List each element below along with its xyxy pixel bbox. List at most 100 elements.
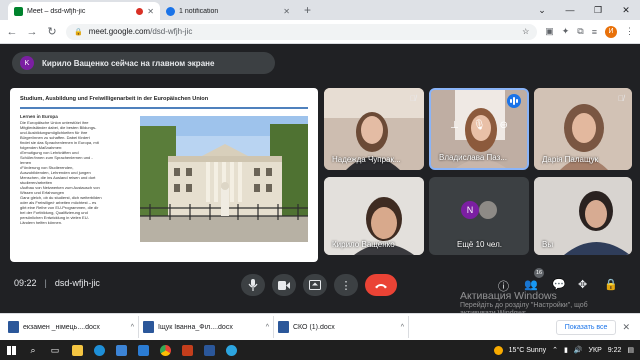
present-screen-button[interactable]	[303, 274, 327, 296]
camera-icon[interactable]: ▣	[545, 26, 554, 37]
minimize-icon[interactable]: —	[556, 5, 584, 15]
host-controls-icon[interactable]: 🔒	[604, 278, 618, 291]
window-controls: ⌄ — ❐ ✕	[528, 0, 640, 20]
camera-icon	[278, 280, 290, 290]
profile-avatar[interactable]: И	[605, 25, 617, 38]
meet-favicon-icon	[14, 6, 23, 16]
store-icon[interactable]	[110, 340, 132, 360]
more-vertical-icon: ⋮	[340, 279, 352, 292]
more-participants-tile[interactable]: N Ещё 10 чел.	[429, 177, 529, 255]
network-icon[interactable]: ▮	[564, 346, 568, 354]
volume-icon[interactable]: 🔊	[574, 346, 583, 354]
chevron-up-icon[interactable]: ^	[131, 324, 134, 331]
bookmark-star-icon[interactable]: ☆	[522, 27, 529, 36]
tab-close-icon[interactable]: ✕	[283, 7, 290, 16]
more-participants-label: Ещё 10 чел.	[457, 240, 502, 249]
present-screen-icon	[309, 280, 321, 290]
windows-start-icon[interactable]	[0, 340, 22, 360]
word-doc-icon	[8, 321, 19, 333]
meeting-info-separator: |	[44, 278, 47, 288]
address-bar[interactable]: 🔒 meet.google.com/dsd-wfjh-jic ☆	[66, 23, 538, 40]
browser-toolbar: ← → ↻ 🔒 meet.google.com/dsd-wfjh-jic ☆ ▣…	[0, 20, 640, 44]
muted-mic-icon: 🎙̸	[618, 94, 624, 103]
chevron-up-icon[interactable]: ^	[266, 324, 269, 331]
participant-name: Надежда Чупрак...	[332, 155, 401, 164]
show-all-downloads-button[interactable]: Показать все	[555, 319, 617, 335]
tile-hover-controls: ⊥ 🎙 ⊖	[431, 120, 527, 131]
mic-toggle-button[interactable]	[241, 274, 265, 296]
notification-favicon-icon	[166, 6, 175, 16]
tab-title: Meet – dsd-wfjh-jic	[27, 7, 86, 15]
weather-sun-icon	[493, 345, 503, 355]
participant-tile[interactable]: Кирило Ващенко	[324, 177, 424, 255]
notification-icon[interactable]: ▤	[627, 346, 634, 354]
tray-expand-icon[interactable]: ⌃	[552, 346, 558, 354]
mic-icon[interactable]: 🎙	[473, 120, 486, 131]
slide-subheading: Lernen in Europa	[20, 114, 58, 119]
leave-call-button[interactable]	[365, 274, 397, 296]
mail-icon[interactable]	[132, 340, 154, 360]
pin-icon[interactable]: ⊥	[450, 120, 459, 131]
reading-list-icon[interactable]: ≡	[592, 27, 597, 37]
download-filename: екзамен _німець....docx	[23, 323, 100, 331]
task-view-icon[interactable]: ▭	[44, 340, 66, 360]
download-item[interactable]: Іщук Іванна_Філ....docx ^	[139, 316, 274, 338]
close-downloads-icon[interactable]: ✕	[622, 322, 630, 333]
url-path: /dsd-wfjh-jic	[150, 27, 193, 36]
reload-icon[interactable]: ↻	[46, 25, 58, 38]
university-building-photo	[140, 116, 308, 242]
language-indicator[interactable]: УКР	[589, 347, 602, 354]
participant-tile[interactable]: 🎙̸ Надежда Чупрак...	[324, 88, 424, 170]
file-explorer-icon[interactable]	[66, 340, 88, 360]
weather-text[interactable]: 15°C Sunny	[509, 347, 546, 354]
lock-icon: 🔒	[74, 28, 83, 36]
participant-name: Вы	[542, 240, 554, 249]
download-item[interactable]: екзамен _німець....docx ^	[4, 316, 139, 338]
participant-count-badge: 16	[534, 268, 544, 278]
edge-browser-icon[interactable]	[88, 340, 110, 360]
back-icon[interactable]: ←	[6, 26, 18, 38]
chrome-icon[interactable]	[154, 340, 176, 360]
forward-icon[interactable]: →	[26, 26, 38, 38]
participant-tile[interactable]: 🎙̸ Дарія Палащук	[534, 88, 632, 170]
more-options-button[interactable]: ⋮	[334, 274, 358, 296]
browser-tab-bar: Meet – dsd-wfjh-jic ✕ 1 notification ✕ +…	[0, 0, 640, 20]
meeting-code: dsd-wfjh-jic	[54, 278, 100, 288]
participant-name: Дарія Палащук	[542, 155, 599, 164]
new-tab-button[interactable]: +	[296, 3, 319, 20]
tab-meet[interactable]: Meet – dsd-wfjh-jic ✕	[8, 2, 160, 20]
hang-up-icon	[375, 283, 387, 288]
tab-search-icon[interactable]: ⌄	[528, 5, 556, 16]
mic-icon	[248, 279, 258, 291]
puzzle-icon[interactable]: ⧉	[577, 26, 583, 37]
camera-toggle-button[interactable]	[272, 274, 296, 296]
word-icon[interactable]	[198, 340, 220, 360]
url-host: meet.google.com	[88, 27, 151, 36]
search-icon[interactable]: ⌕	[22, 340, 44, 360]
participant-thumbnail-avatar	[479, 201, 497, 219]
meeting-time: 09:22	[14, 278, 37, 288]
download-filename: Іщук Іванна_Філ....docx	[158, 323, 233, 331]
muted-mic-icon: 🎙̸	[410, 94, 416, 103]
watermark-title: Активация Windows	[460, 290, 557, 302]
recording-indicator-icon	[136, 7, 144, 15]
powerpoint-icon[interactable]	[176, 340, 198, 360]
slide-title-underline	[20, 107, 308, 109]
close-window-icon[interactable]: ✕	[612, 5, 640, 16]
clock[interactable]: 9:22	[608, 347, 622, 354]
extension-icon[interactable]: ✦	[562, 26, 570, 37]
tab-close-icon[interactable]: ✕	[147, 7, 154, 16]
watermark-line-1: Перейдіть до розділу "Настройки", щоб	[460, 302, 588, 309]
remove-icon[interactable]: ⊖	[500, 120, 508, 131]
presenting-text: Кирило Ващенко сейчас на главном экране	[42, 58, 215, 68]
telegram-icon[interactable]	[220, 340, 242, 360]
tab-notification[interactable]: 1 notification ✕	[160, 2, 296, 20]
maximize-icon[interactable]: ❐	[584, 5, 612, 16]
download-item[interactable]: СКО (1).docx ^	[274, 316, 409, 338]
menu-icon[interactable]: ⋮	[625, 26, 634, 37]
participant-tile[interactable]: Вы	[534, 177, 632, 255]
participant-tile[interactable]: ⊥ 🎙 ⊖ Владислава Паз...	[429, 88, 529, 170]
slide-body: Lernen in Europa Die Europäische Union u…	[20, 114, 136, 225]
participant-name: Кирило Ващенко	[332, 240, 395, 249]
chevron-up-icon[interactable]: ^	[401, 324, 404, 331]
